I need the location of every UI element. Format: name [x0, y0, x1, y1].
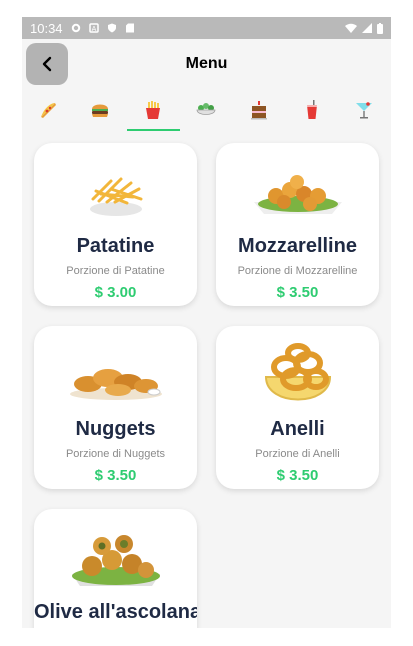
- product-name: Olive all'ascolana: [34, 601, 197, 623]
- tab-fries[interactable]: [140, 97, 166, 123]
- shield-icon: [107, 23, 116, 33]
- product-image: [216, 336, 379, 418]
- tab-burger[interactable]: [87, 97, 113, 123]
- product-name: Patatine: [76, 235, 155, 257]
- product-name: Anelli: [270, 418, 325, 440]
- product-price: $ 3.00: [94, 284, 137, 301]
- product-card[interactable]: Nuggets Porzione di Nuggets $ 3.50: [34, 326, 197, 489]
- product-card[interactable]: Mozzarelline Porzione di Mozzarelline $ …: [216, 143, 379, 306]
- product-card[interactable]: Anelli Porzione di Anelli $ 3.50: [216, 326, 379, 489]
- product-description: Porzione di Nuggets: [65, 448, 166, 460]
- product-description: Porzione di Mozzarelline: [237, 265, 358, 277]
- fries-icon: [146, 101, 160, 119]
- cocktail-icon: [356, 102, 372, 119]
- product-name: Nuggets: [75, 418, 156, 440]
- nuggets-image: [69, 369, 162, 400]
- status-time: 10:34: [30, 20, 63, 36]
- tab-salad[interactable]: [193, 97, 219, 123]
- onion-rings-image: [264, 343, 331, 401]
- tab-cake[interactable]: [246, 97, 272, 123]
- settings-icon: [71, 23, 80, 33]
- product-price: $ 3.50: [276, 284, 319, 301]
- sd-card-icon: [125, 23, 134, 33]
- soda-icon: [307, 100, 317, 119]
- tab-soda[interactable]: [299, 97, 325, 123]
- product-description: Porzione di Patatine: [66, 265, 165, 277]
- product-description: Porzione di Anelli: [255, 448, 340, 460]
- salad-icon: [196, 103, 216, 115]
- product-price: $ 3.50: [94, 467, 137, 484]
- olive-ascolana-image: [71, 535, 160, 586]
- page-title: Menu: [185, 55, 228, 72]
- app-bar: Menu: [22, 39, 391, 85]
- product-name: Mozzarelline: [238, 235, 357, 257]
- status-bar: 10:34 A: [22, 17, 391, 39]
- product-image: [34, 336, 197, 418]
- product-image: [34, 153, 197, 235]
- product-price: $ 3.50: [276, 467, 319, 484]
- svg-text:A: A: [91, 26, 96, 33]
- tab-cocktail[interactable]: [351, 97, 377, 123]
- wifi-icon: [345, 23, 357, 33]
- battery-icon: [377, 22, 383, 34]
- selected-tab-indicator: [127, 129, 180, 131]
- product-image: [216, 153, 379, 235]
- signal-icon: [362, 23, 372, 33]
- product-image: [34, 519, 197, 601]
- mozzarelline-plate-image: [253, 175, 342, 214]
- pizza-icon: [41, 103, 56, 118]
- category-tabs: [22, 93, 391, 133]
- product-card[interactable]: Patatine Porzione di Patatine $ 3.00: [34, 143, 197, 306]
- product-card[interactable]: Olive all'ascolana: [34, 509, 197, 628]
- fries-plate-image: [89, 177, 142, 216]
- phone-screen: 10:34 A Menu Patatine Porzione di Patati…: [22, 17, 391, 628]
- notification-a-icon: A: [88, 23, 99, 33]
- burger-icon: [92, 104, 108, 117]
- tab-pizza[interactable]: [35, 97, 61, 123]
- cake-icon: [251, 101, 267, 120]
